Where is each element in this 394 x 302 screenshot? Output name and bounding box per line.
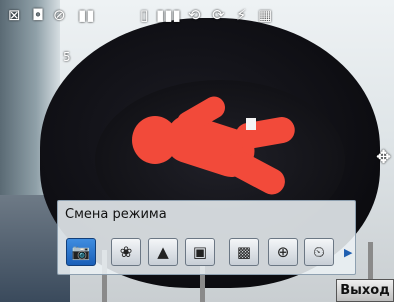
timer-icon: ⏲ xyxy=(313,243,325,261)
timer-off-icon[interactable]: ⊘ xyxy=(53,6,66,24)
signal-icon: ▮▮▮ xyxy=(156,6,181,24)
macro-mode-button[interactable]: ❀ xyxy=(111,238,141,266)
flash-off-icon: ⚡ xyxy=(236,6,247,24)
status-bar: ⊠ ◘ ⊘ ▮▮ ▯ ▮▮▮ ⟲ ⟳ ⚡ ▦ xyxy=(0,0,394,36)
contrast-mode-button[interactable]: ▩ xyxy=(229,238,259,266)
timer-mode-button[interactable]: ⏲ xyxy=(304,238,334,266)
mode-tray: 📷 ❀ ▲ ▣ ▩ ⊕ ⏲ xyxy=(63,238,343,270)
quality-icon: ▦ xyxy=(258,6,273,24)
contrast-icon: ▩ xyxy=(236,243,252,261)
sd-card-icon: ▯ xyxy=(140,6,149,24)
toy-head xyxy=(132,116,178,164)
battery-icon: ▮▮ xyxy=(78,6,95,24)
close-icon[interactable]: ⊠ xyxy=(8,6,21,24)
frame-icon: ▣ xyxy=(192,243,208,261)
flower-macro-icon: ❀ xyxy=(119,243,133,261)
camera-icon: 📷 xyxy=(71,243,91,261)
landscape-icon: ▲ xyxy=(157,243,169,261)
exit-softkey[interactable]: Выход xyxy=(336,279,394,302)
zoom-mode-button[interactable]: ⊕ xyxy=(268,238,298,266)
rotate-icon: ⟲ xyxy=(188,6,201,24)
navigation-cross-icon[interactable]: ✥ xyxy=(376,147,391,168)
camera-mode-icon[interactable]: ◘ xyxy=(32,6,44,24)
landscape-mode-button[interactable]: ▲ xyxy=(148,238,178,266)
camera-viewport: ⊠ ◘ ⊘ ▮▮ ▯ ▮▮▮ ⟲ ⟳ ⚡ ▦ 5 ✥ Смена режима … xyxy=(0,0,394,302)
toy-tag xyxy=(246,118,256,130)
sync-icon: ⟳ xyxy=(212,6,225,24)
panel-title: Смена режима xyxy=(65,207,167,222)
zoom-icon: ⊕ xyxy=(276,243,290,261)
frame-mode-button[interactable]: ▣ xyxy=(185,238,215,266)
mode-change-panel: Смена режима 📷 ❀ ▲ ▣ ▩ ⊕ ⏲ ▶ xyxy=(57,200,356,275)
scroll-right-icon[interactable]: ▶ xyxy=(344,246,352,259)
camera-mode-button[interactable]: 📷 xyxy=(66,238,96,266)
remaining-shots: 5 xyxy=(63,50,71,64)
